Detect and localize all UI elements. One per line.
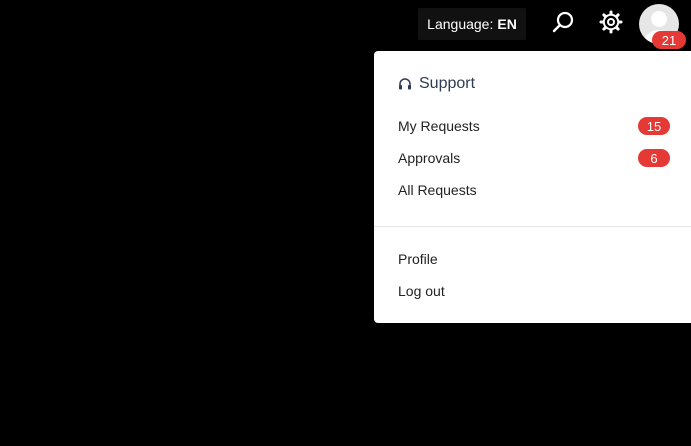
menu-item-approvals[interactable]: Approvals 6 [398,146,670,170]
settings-button[interactable] [596,9,626,39]
headset-icon [398,77,412,91]
search-button[interactable] [548,9,578,39]
approvals-count-badge: 6 [638,149,670,167]
menu-item-label: Profile [398,251,438,267]
menu-item-all-requests[interactable]: All Requests [398,178,670,202]
search-icon [551,10,575,39]
menu-item-label: Approvals [398,150,461,166]
menu-item-log-out[interactable]: Log out [398,279,670,303]
language-selector-button[interactable]: Language: EN [418,8,526,40]
support-section-title: Support [419,75,476,92]
support-section-header: Support [398,75,475,93]
language-label: Language: [427,16,494,32]
menu-item-label: All Requests [398,182,477,198]
menu-divider [374,226,691,227]
language-code: EN [497,16,517,32]
my-requests-count-badge: 15 [638,117,670,135]
menu-item-label: Log out [398,283,445,299]
user-dropdown-menu: Support My Requests 15 Approvals 6 All R… [374,51,691,323]
menu-item-profile[interactable]: Profile [398,247,670,271]
menu-item-my-requests[interactable]: My Requests 15 [398,114,670,138]
top-bar: Language: EN 21 [0,0,691,50]
menu-item-label: My Requests [398,118,480,134]
gear-icon [599,10,623,39]
notification-count-badge: 21 [652,31,686,49]
